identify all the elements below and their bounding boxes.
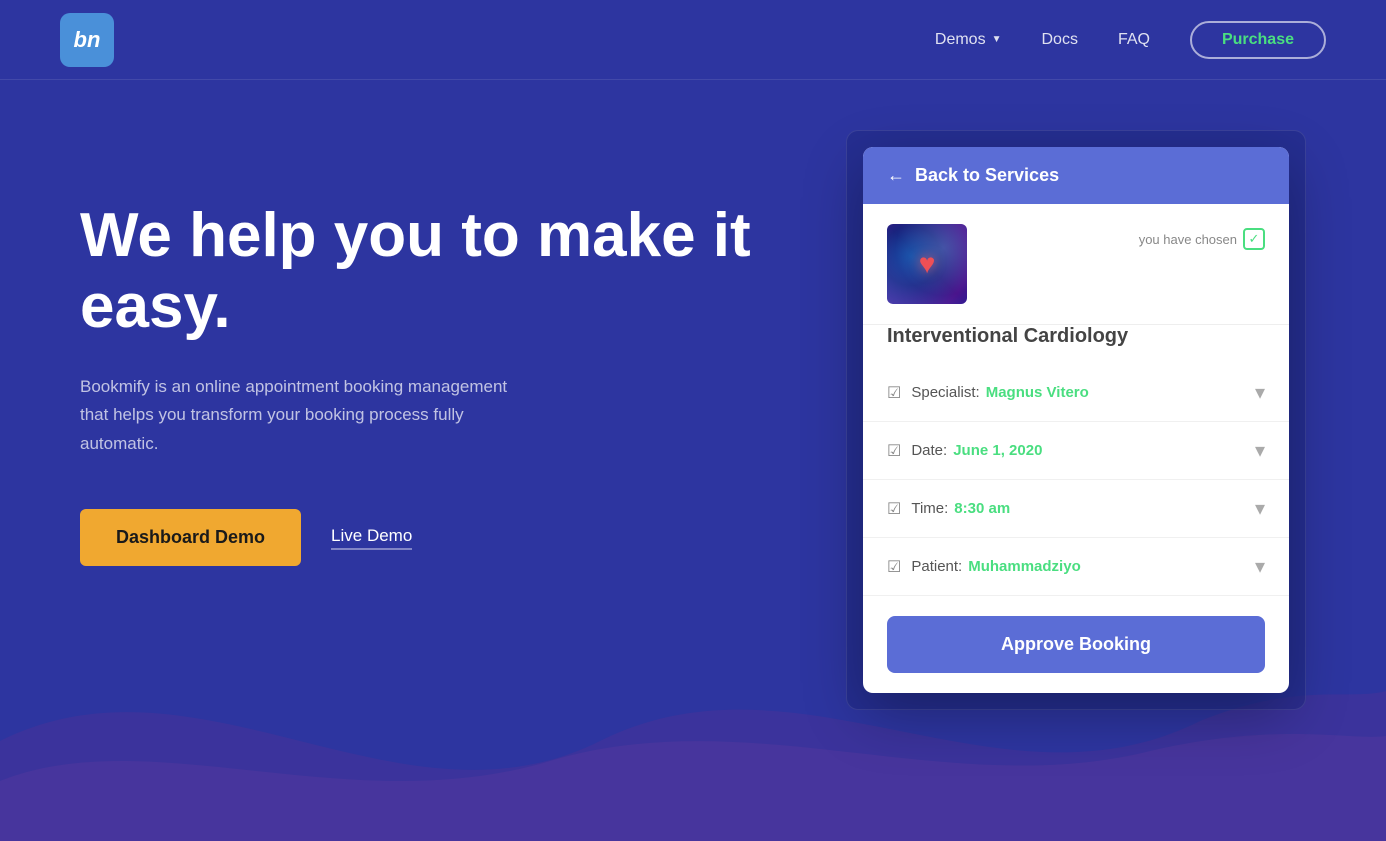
nav-docs[interactable]: Docs (1041, 31, 1077, 49)
specialist-dropdown-icon[interactable]: ▾ (1255, 380, 1265, 405)
docs-label: Docs (1041, 31, 1077, 49)
demos-dropdown-icon: ▼ (992, 34, 1002, 45)
field-patient: ☑ Patient: Muhammadziyo ▾ (863, 538, 1289, 596)
hero-heading: We help you to make it easy. (80, 200, 806, 343)
date-label: Date: (911, 442, 947, 459)
patient-check-icon: ☑ (887, 557, 901, 577)
time-label: Time: (911, 500, 948, 517)
cta-group: Dashboard Demo Live Demo (80, 509, 806, 566)
time-dropdown-icon[interactable]: ▾ (1255, 496, 1265, 521)
patient-dropdown-icon[interactable]: ▾ (1255, 554, 1265, 579)
navbar: bn Demos ▼ Docs FAQ Purchase (0, 0, 1386, 80)
date-check-icon: ☑ (887, 441, 901, 461)
date-dropdown-icon[interactable]: ▾ (1255, 438, 1265, 463)
back-to-services-label: Back to Services (915, 165, 1059, 186)
field-date: ☑ Date: June 1, 2020 ▾ (863, 422, 1289, 480)
time-check-icon: ☑ (887, 499, 901, 519)
faq-label: FAQ (1118, 31, 1150, 49)
service-image (887, 224, 967, 304)
specialist-value: Magnus Vitero (986, 384, 1089, 401)
nav-faq[interactable]: FAQ (1118, 31, 1150, 49)
chosen-label: you have chosen (1139, 232, 1237, 247)
nav-links: Demos ▼ Docs FAQ Purchase (935, 21, 1326, 59)
hero-left: We help you to make it easy. Bookmify is… (80, 140, 806, 566)
field-specialist: ☑ Specialist: Magnus Vitero ▾ (863, 364, 1289, 422)
back-arrow-icon[interactable]: ← (887, 165, 905, 186)
nav-demos[interactable]: Demos ▼ (935, 31, 1002, 49)
purchase-button[interactable]: Purchase (1190, 21, 1326, 59)
card-header: ← Back to Services (863, 147, 1289, 204)
patient-value: Muhammadziyo (968, 558, 1081, 575)
time-value: 8:30 am (954, 500, 1010, 517)
date-value: June 1, 2020 (953, 442, 1042, 459)
chosen-badge: you have chosen ✓ (1139, 224, 1265, 250)
service-name: Interventional Cardiology (863, 325, 1289, 364)
specialist-label: Specialist: (911, 384, 979, 401)
booking-outer: ← Back to Services you have chosen ✓ Int… (846, 130, 1306, 710)
live-demo-link[interactable]: Live Demo (331, 526, 412, 550)
logo-text: bn (74, 27, 101, 53)
hero-right: ← Back to Services you have chosen ✓ Int… (846, 140, 1306, 710)
service-row: you have chosen ✓ (863, 204, 1289, 325)
hero-section: We help you to make it easy. Bookmify is… (0, 80, 1386, 841)
dashboard-demo-button[interactable]: Dashboard Demo (80, 509, 301, 566)
chosen-check-icon: ✓ (1243, 228, 1265, 250)
approve-booking-button[interactable]: Approve Booking (887, 616, 1265, 673)
specialist-check-icon: ☑ (887, 383, 901, 403)
hero-subtext: Bookmify is an online appointment bookin… (80, 373, 540, 460)
field-time: ☑ Time: 8:30 am ▾ (863, 480, 1289, 538)
demos-label: Demos (935, 31, 986, 49)
logo[interactable]: bn (60, 13, 114, 67)
patient-label: Patient: (911, 558, 962, 575)
booking-card: ← Back to Services you have chosen ✓ Int… (863, 147, 1289, 693)
